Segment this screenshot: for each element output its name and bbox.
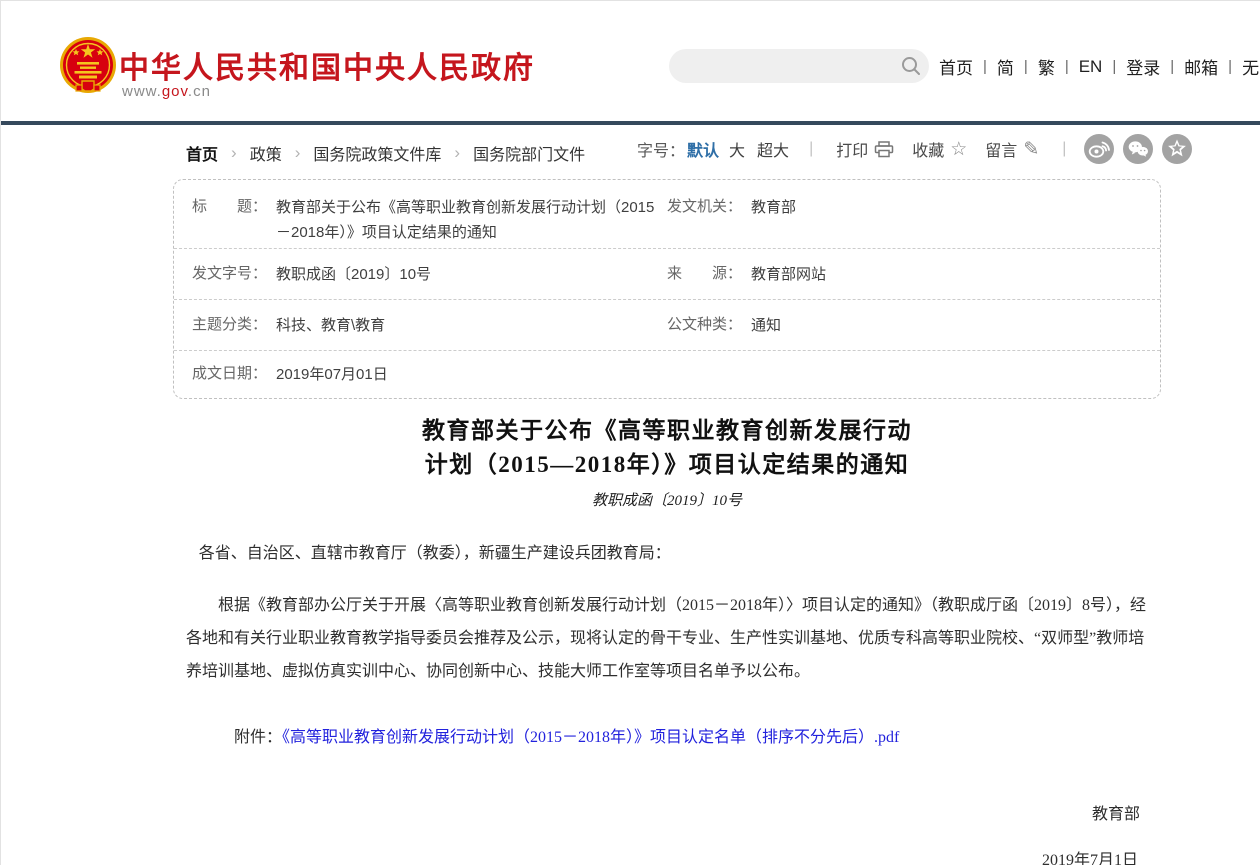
breadcrumb-item-department-documents[interactable]: 国务院部门文件 <box>473 141 585 165</box>
meta-row-category: 主题分类： 科技、教育\教育 公文种类： 通知 <box>174 300 1160 351</box>
meta-cell-written-date: 成文日期： 2019年07月01日 <box>192 362 667 387</box>
meta-cell-issuing-agency: 发文机关： 教育部 <box>667 195 1142 220</box>
meta-label-subject-category: 主题分类： <box>192 313 276 338</box>
favorite-button[interactable]: 收藏 ☆ <box>912 137 967 161</box>
comment-label: 留言 <box>985 137 1017 161</box>
breadcrumb-item-home[interactable]: 首页 <box>186 141 218 165</box>
document-number: 教职成函〔2019〕10号 <box>173 489 1161 510</box>
share-buttons <box>1084 134 1192 164</box>
meta-value-issuing-agency: 教育部 <box>751 195 1142 220</box>
national-emblem-logo <box>55 35 121 103</box>
weibo-icon[interactable] <box>1084 134 1114 164</box>
meta-cell-title: 标 题： 教育部关于公布《高等职业教育创新发展行动计划（2015－2018年）》… <box>192 195 667 245</box>
breadcrumb-separator: › <box>295 143 301 163</box>
search-box <box>669 49 929 83</box>
site-url-gov: gov <box>162 83 188 100</box>
nav-separator: | <box>1024 58 1028 75</box>
document-title-line1: 教育部关于公布《高等职业教育创新发展行动 <box>173 414 1161 448</box>
meta-cell-document-type: 公文种类： 通知 <box>667 313 1142 338</box>
site-url: www.gov.cn <box>122 83 211 100</box>
nav-link-traditional[interactable]: 繁 <box>1038 54 1055 79</box>
star-icon: ☆ <box>950 140 967 159</box>
nav-link-simplified[interactable]: 简 <box>997 54 1014 79</box>
nav-link-english[interactable]: EN <box>1079 57 1103 77</box>
meta-value-document-type: 通知 <box>751 313 1142 338</box>
toolbar-separator: | <box>809 140 813 158</box>
nav-separator: | <box>1065 58 1069 75</box>
nav-link-login[interactable]: 登录 <box>1126 54 1160 79</box>
document-title-line2: 计划（2015—2018年）》项目认定结果的通知 <box>173 448 1161 482</box>
font-size-default-button[interactable]: 默认 <box>687 137 719 161</box>
search-button[interactable] <box>893 49 929 83</box>
qzone-star-icon[interactable] <box>1162 134 1192 164</box>
header-divider-bar <box>1 121 1260 125</box>
meta-label-source: 来 源： <box>667 262 751 287</box>
document-article: 教育部关于公布《高等职业教育创新发展行动 计划（2015—2018年）》项目认定… <box>173 414 1161 865</box>
nav-separator: | <box>983 58 987 75</box>
document-title: 教育部关于公布《高等职业教育创新发展行动 计划（2015—2018年）》项目认定… <box>173 414 1161 482</box>
toolbar-separator: | <box>1062 140 1066 158</box>
breadcrumb: 首页 › 政策 › 国务院政策文件库 › 国务院部门文件 <box>186 141 585 165</box>
meta-label-title: 标 题： <box>192 195 276 245</box>
nav-link-accessibility[interactable]: 无障碍 <box>1242 54 1260 79</box>
pencil-icon: ✎ <box>1023 140 1039 159</box>
breadcrumb-separator: › <box>454 143 460 163</box>
nav-separator: | <box>1170 58 1174 75</box>
search-input[interactable] <box>669 51 893 81</box>
meta-value-title: 教育部关于公布《高等职业教育创新发展行动计划（2015－2018年）》项目认定结… <box>276 195 667 245</box>
site-url-www: www. <box>122 83 162 100</box>
document-meta-table: 标 题： 教育部关于公布《高等职业教育创新发展行动计划（2015－2018年）》… <box>173 179 1161 399</box>
breadcrumb-item-policy-library[interactable]: 国务院政策文件库 <box>313 141 441 165</box>
comment-button[interactable]: 留言 ✎ <box>985 137 1039 161</box>
meta-value-subject-category: 科技、教育\教育 <box>276 313 667 338</box>
site-header: 中华人民共和国中央人民政府 www.gov.cn 首页 | 简 | 繁 | EN | 登… <box>1 1 1260 121</box>
nav-link-mail[interactable]: 邮箱 <box>1184 54 1218 79</box>
print-button[interactable]: 打印 <box>836 137 894 161</box>
meta-row-date: 成文日期： 2019年07月01日 <box>174 351 1160 398</box>
meta-row-title: 标 题： 教育部关于公布《高等职业教育创新发展行动计划（2015－2018年）》… <box>174 180 1160 249</box>
nav-separator: | <box>1228 58 1232 75</box>
body-paragraph: 根据《教育部办公厅关于开展〈高等职业教育创新发展行动计划（2015－2018年）… <box>186 589 1148 688</box>
page-toolbar: 字号： 默认 大 超大 | 打印 收藏 ☆ 留言 ✎ | <box>637 132 1192 166</box>
meta-value-source: 教育部网站 <box>751 262 1142 287</box>
nav-separator: | <box>1112 58 1116 75</box>
signature-agency: 教育部 <box>186 798 1148 831</box>
salutation: 各省、自治区、直辖市教育厅（教委），新疆生产建设兵团教育局： <box>186 537 1148 570</box>
meta-label-written-date: 成文日期： <box>192 362 276 387</box>
meta-label-docnumber: 发文字号： <box>192 262 276 287</box>
signature-date: 2019年7月1日 <box>186 844 1148 865</box>
meta-label-issuing-agency: 发文机关： <box>667 195 751 220</box>
printer-icon <box>874 141 894 158</box>
meta-cell-source: 来 源： 教育部网站 <box>667 262 1142 287</box>
attachment-line: 附件：《高等职业教育创新发展行动计划（2015－2018年）》项目认定名单（排序… <box>186 721 1148 754</box>
font-size-label: 字号： <box>637 137 685 161</box>
top-nav: 首页 | 简 | 繁 | EN | 登录 | 邮箱 | 无障碍 <box>939 54 1260 79</box>
site-url-cn: .cn <box>188 83 211 100</box>
meta-value-docnumber: 教职成函〔2019〕10号 <box>276 262 667 287</box>
breadcrumb-separator: › <box>231 143 237 163</box>
font-size-xlarge-button[interactable]: 超大 <box>757 137 789 161</box>
breadcrumb-item-policy[interactable]: 政策 <box>250 141 282 165</box>
print-label: 打印 <box>836 137 868 161</box>
search-icon <box>900 55 922 77</box>
nav-link-home[interactable]: 首页 <box>939 54 973 79</box>
meta-row-docnumber: 发文字号： 教职成函〔2019〕10号 来 源： 教育部网站 <box>174 249 1160 300</box>
site-title: 中华人民共和国中央人民政府 <box>119 43 535 87</box>
meta-cell-docnumber: 发文字号： 教职成函〔2019〕10号 <box>192 262 667 287</box>
attachment-label: 附件： <box>234 729 282 746</box>
font-size-large-button[interactable]: 大 <box>729 137 745 161</box>
meta-value-written-date: 2019年07月01日 <box>276 362 667 387</box>
meta-cell-subject-category: 主题分类： 科技、教育\教育 <box>192 313 667 338</box>
meta-label-document-type: 公文种类： <box>667 313 751 338</box>
document-body: 各省、自治区、直辖市教育厅（教委），新疆生产建设兵团教育局： 根据《教育部办公厅… <box>173 537 1161 865</box>
attachment-pdf-link[interactable]: 《高等职业教育创新发展行动计划（2015－2018年）》项目认定名单（排序不分先… <box>282 729 899 746</box>
wechat-icon[interactable] <box>1123 134 1153 164</box>
favorite-label: 收藏 <box>912 137 944 161</box>
